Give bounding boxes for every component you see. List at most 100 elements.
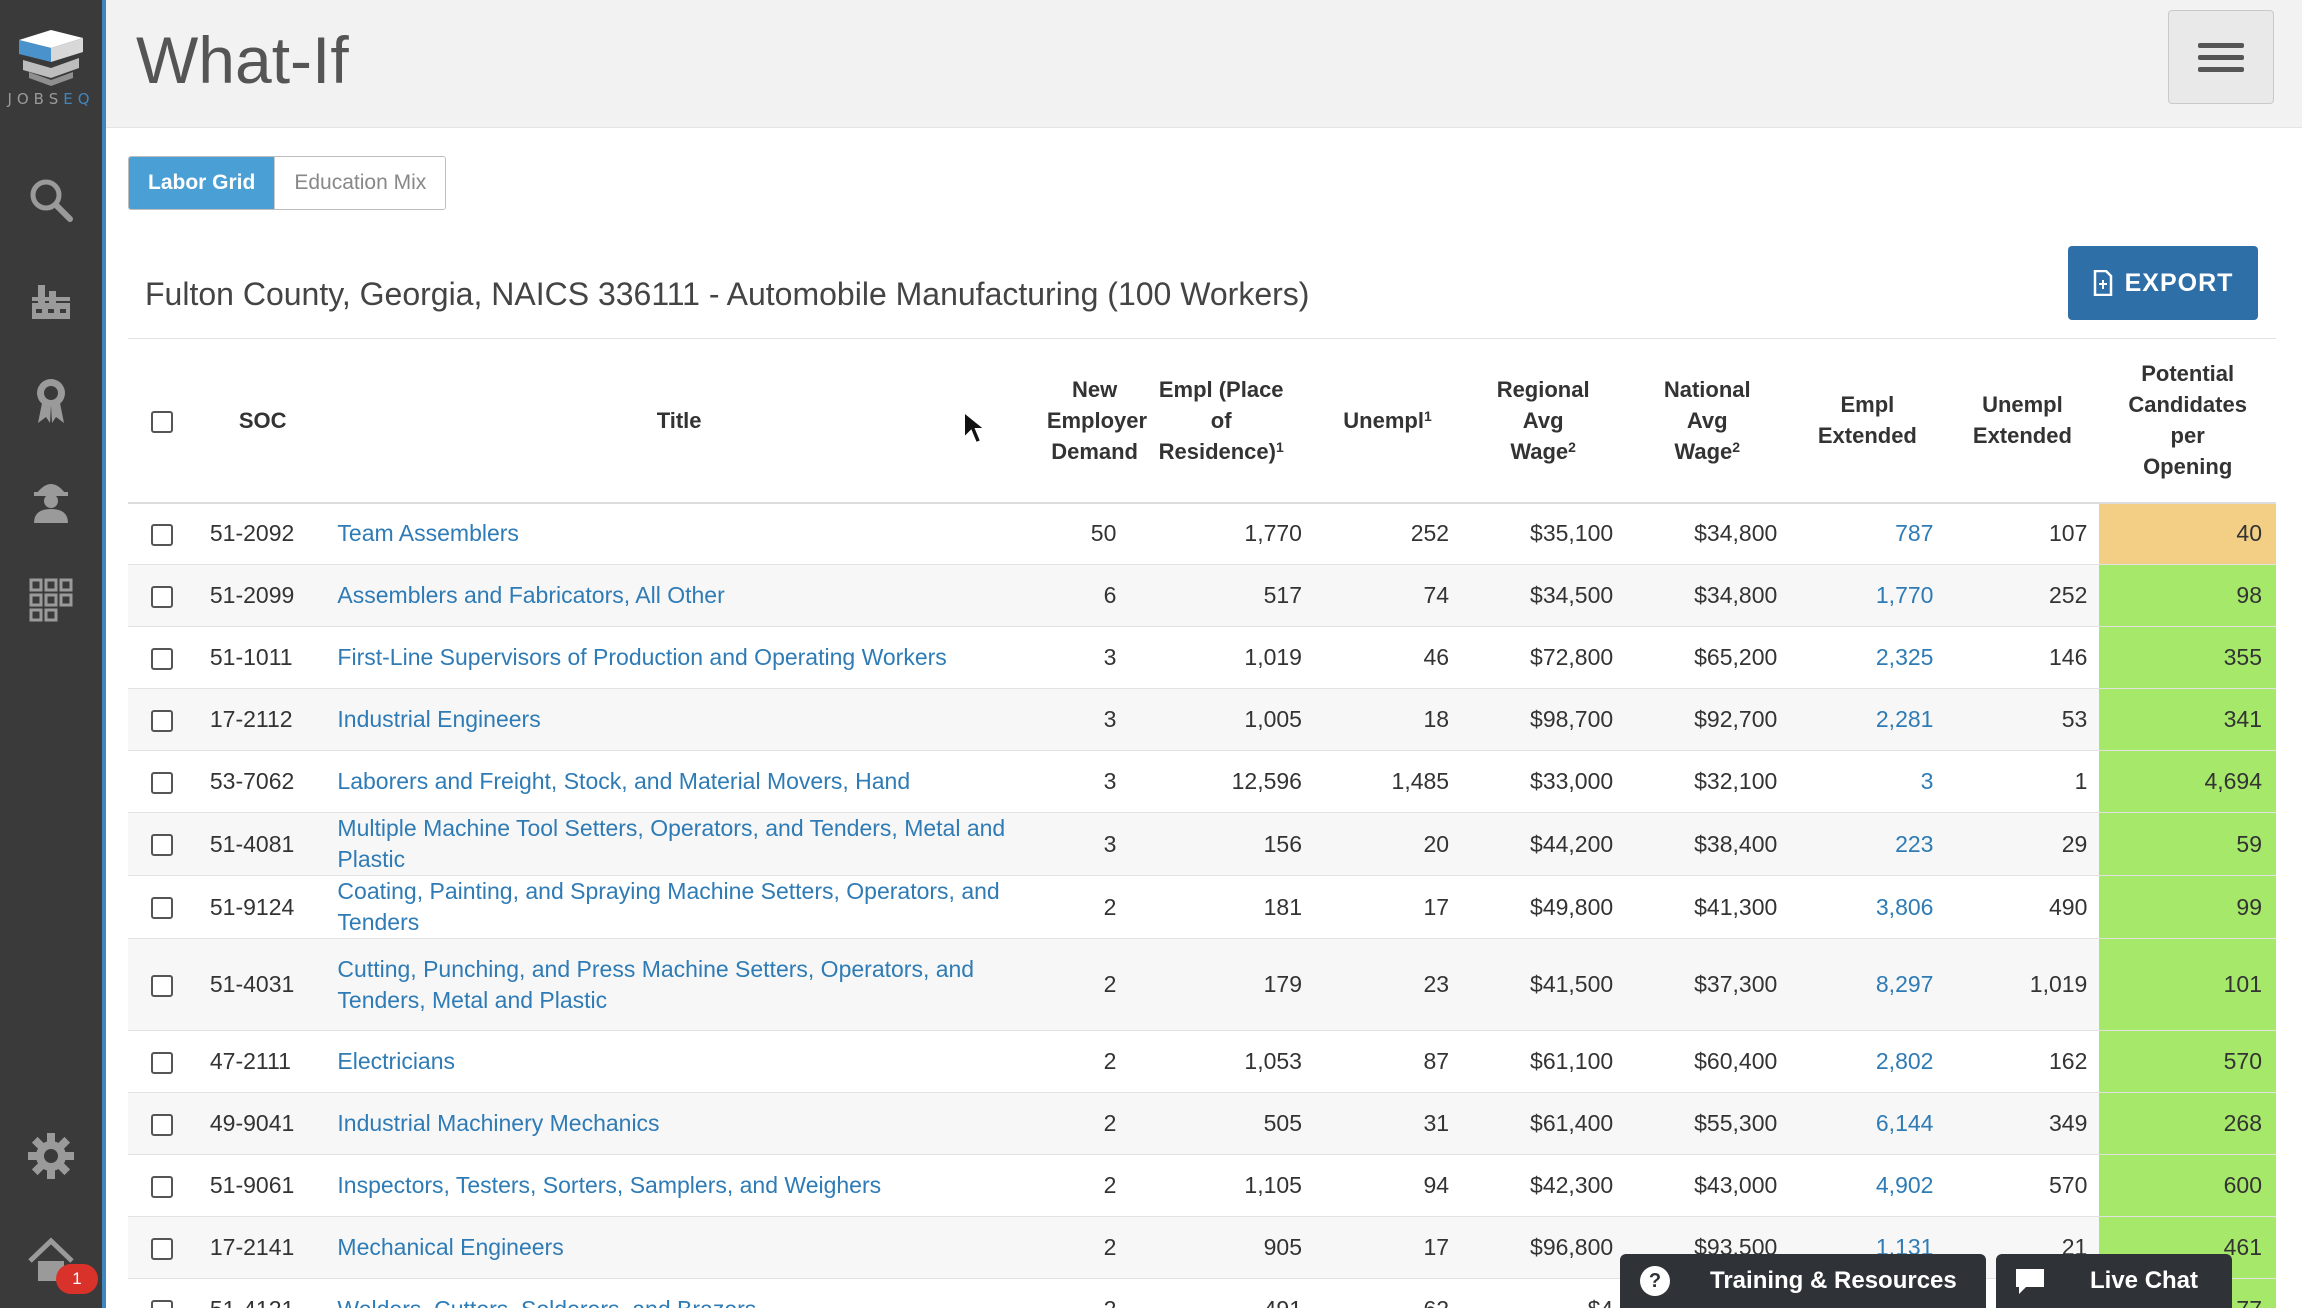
col-nat-line2: Avg [1686, 407, 1728, 433]
col-potential-candidates[interactable]: Potential Candidates per Opening [2099, 338, 2276, 504]
row-checkbox[interactable] [150, 1237, 173, 1260]
col-national-avg-wage[interactable]: National Avg Wage2 [1625, 338, 1790, 504]
empl-residence: 517 [1128, 564, 1314, 627]
row-checkbox[interactable] [150, 709, 173, 732]
new-employer-demand: 2 [1028, 1154, 1129, 1217]
table-row[interactable]: 51-2099 Assemblers and Fabricators, All O… [128, 564, 2276, 627]
soc-code: 49-9041 [195, 1092, 330, 1155]
col-new-employer-demand[interactable]: New Employer Demand [1028, 338, 1147, 504]
empl-extended-link[interactable]: 3,806 [1789, 875, 1946, 939]
empl-extended-link[interactable]: 4,902 [1789, 1154, 1946, 1217]
occupation-title-link[interactable]: Team Assemblers [329, 502, 1029, 565]
unempl-extended: 29 [1945, 812, 2100, 876]
col-nat-line3: Wage [1674, 438, 1733, 464]
empl-residence: 156 [1128, 812, 1314, 876]
occupation-title-link[interactable]: Electricians [329, 1030, 1029, 1093]
occupation-title-link[interactable]: Coating, Painting, and Spraying Machine … [329, 875, 1029, 939]
potential-candidates: 40 [2099, 502, 2276, 565]
row-checkbox[interactable] [150, 1175, 173, 1198]
award-ribbon-icon[interactable] [23, 372, 79, 428]
row-select-cell [128, 502, 196, 565]
worker-icon[interactable] [23, 472, 79, 528]
table-row[interactable]: 17-2112 Industrial Engineers 3 1,005 18 $98,7… [128, 688, 2276, 751]
row-checkbox[interactable] [150, 834, 173, 857]
col-regional-avg-wage[interactable]: Regional Avg Wage2 [1461, 338, 1626, 504]
jobseq-logo[interactable]: JOBSEQ [0, 28, 102, 128]
empl-residence: 491 [1128, 1278, 1314, 1308]
empl-extended-link[interactable]: 787 [1789, 502, 1946, 565]
occupation-title-link[interactable]: Industrial Machinery Mechanics [329, 1092, 1029, 1155]
unempl: 17 [1313, 1216, 1462, 1279]
table-row[interactable]: 53-7062 Laborers and Freight, Stock, and … [128, 750, 2276, 813]
col-unempl-extended[interactable]: Unempl Extended [1945, 338, 2100, 504]
tab-education-mix[interactable]: Education Mix [274, 157, 446, 209]
occupation-title-link[interactable]: Laborers and Freight, Stock, and Materia… [329, 750, 1029, 813]
unempl-extended: 53 [1945, 688, 2100, 751]
row-checkbox[interactable] [150, 1299, 173, 1308]
empl-extended-link[interactable]: 223 [1789, 812, 1946, 876]
row-checkbox[interactable] [150, 771, 173, 794]
export-button[interactable]: EXPORT [2068, 246, 2258, 320]
soc-code: 51-9124 [195, 875, 330, 939]
grid-apps-icon[interactable] [23, 572, 79, 628]
training-resources-button[interactable]: ? Training & Resources [1620, 1254, 1986, 1308]
national-avg-wage: $65,200 [1625, 626, 1790, 689]
table-row[interactable]: 51-4031 Cutting, Punching, and Press Mach… [128, 938, 2276, 1031]
row-checkbox[interactable] [150, 974, 173, 997]
factory-icon[interactable] [23, 272, 79, 328]
occupation-title-link[interactable]: Welders, Cutters, Solderers, and Brazers [329, 1278, 1029, 1308]
occupation-title-link[interactable]: Inspectors, Testers, Sorters, Samplers, … [329, 1154, 1029, 1217]
row-checkbox[interactable] [150, 1051, 173, 1074]
col-pc-line1: Potential [2141, 361, 2235, 387]
col-empl-extended[interactable]: Empl Extended [1789, 338, 1946, 504]
document-icon [2093, 270, 2112, 296]
col-pc-line2: Candidates [2128, 392, 2247, 418]
soc-code: 51-2099 [195, 564, 330, 627]
regional-avg-wage: $4 [1461, 1278, 1626, 1308]
new-employer-demand: 3 [1028, 812, 1129, 876]
row-checkbox[interactable] [150, 524, 173, 547]
occupation-title-link[interactable]: Cutting, Punching, and Press Machine Set… [329, 938, 1029, 1031]
empl-extended-link[interactable]: 2,802 [1789, 1030, 1946, 1093]
notification-badge[interactable]: 1 [56, 1264, 98, 1294]
occupation-title-link[interactable]: Assemblers and Fabricators, All Other [329, 564, 1029, 627]
col-title[interactable]: Title [329, 338, 1029, 504]
table-row[interactable]: 51-9061 Inspectors, Testers, Sorters, Sam… [128, 1154, 2276, 1217]
row-checkbox[interactable] [150, 647, 173, 670]
col-unempl[interactable]: Unempl1 [1313, 338, 1462, 504]
col-demand-line1: New [1071, 376, 1118, 402]
table-row[interactable]: 49-9041 Industrial Machinery Mechanics 2 50… [128, 1092, 2276, 1155]
occupation-title-link[interactable]: Mechanical Engineers [329, 1216, 1029, 1279]
table-row[interactable]: 51-2092 Team Assemblers 50 1,770 252 $35,100 $… [128, 502, 2276, 565]
col-empl-line1: Empl (Place [1158, 376, 1284, 402]
empl-extended-link[interactable]: 1,770 [1789, 564, 1946, 627]
table-row[interactable]: 47-2111 Electricians 2 1,053 87 $61,100 $60,40… [128, 1030, 2276, 1093]
row-checkbox[interactable] [150, 585, 173, 608]
gear-icon[interactable] [23, 1128, 79, 1184]
row-checkbox[interactable] [150, 897, 173, 920]
occupation-title-link[interactable]: First-Line Supervisors of Production and… [329, 626, 1029, 689]
row-checkbox[interactable] [150, 1113, 173, 1136]
empl-extended-link[interactable]: 6,144 [1789, 1092, 1946, 1155]
search-icon[interactable] [23, 172, 79, 228]
empl-extended-link[interactable]: 3 [1789, 750, 1946, 813]
table-row[interactable]: 51-4081 Multiple Machine Tool Setters, Op… [128, 812, 2276, 876]
live-chat-button[interactable]: Live Chat [1996, 1254, 2232, 1308]
table-row[interactable]: 51-9124 Coating, Painting, and Spraying M… [128, 875, 2276, 939]
row-select-cell [128, 1092, 196, 1155]
empl-extended-link[interactable]: 8,297 [1789, 938, 1946, 1031]
potential-candidates: 4,694 [2099, 750, 2276, 813]
potential-candidates: 59 [2099, 812, 2276, 876]
col-reg-line3: Wage [1510, 438, 1569, 464]
col-empl-residence[interactable]: Empl (Place of Residence)1 [1128, 338, 1314, 504]
empl-extended-link[interactable]: 2,281 [1789, 688, 1946, 751]
col-soc[interactable]: SOC [195, 338, 330, 504]
select-all-checkbox[interactable] [150, 410, 173, 433]
tab-labor-grid[interactable]: Labor Grid [129, 157, 275, 209]
occupation-title-link[interactable]: Multiple Machine Tool Setters, Operators… [329, 812, 1029, 876]
national-avg-wage: $92,700 [1625, 688, 1790, 751]
occupation-title-link[interactable]: Industrial Engineers [329, 688, 1029, 751]
menu-button[interactable] [2168, 10, 2274, 104]
empl-extended-link[interactable]: 2,325 [1789, 626, 1946, 689]
table-row[interactable]: 51-1011 First-Line Supervisors of Product… [128, 626, 2276, 689]
